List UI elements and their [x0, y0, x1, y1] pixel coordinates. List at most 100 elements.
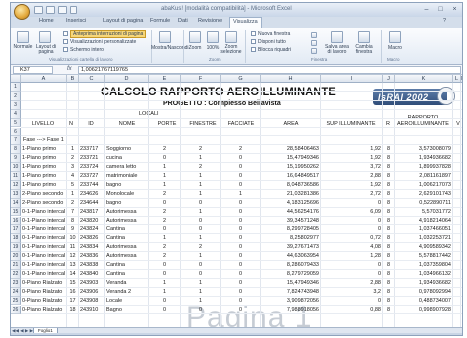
table-cell[interactable]: 0 [322, 298, 381, 304]
full-screen-button[interactable]: Schermo intero [63, 47, 104, 53]
table-cell[interactable]: 0 [222, 155, 259, 161]
fx-icon[interactable]: fx [67, 66, 72, 72]
table-cell[interactable]: 2 [182, 164, 219, 170]
table-cell[interactable]: 0 [182, 226, 219, 232]
save-icon[interactable] [34, 6, 43, 14]
tab-view[interactable]: Visualizza [229, 17, 262, 28]
table-cell[interactable]: 8 [384, 235, 393, 241]
table-cell[interactable]: 2 [182, 244, 219, 250]
table-cell[interactable]: 1 [150, 289, 179, 295]
table-cell[interactable]: 16,64849517 [262, 173, 319, 179]
table-cell[interactable]: 1-Piano primo [22, 182, 65, 188]
table-cell[interactable]: 1,934936682 [396, 280, 451, 286]
table-cell[interactable]: 0-1-Piano intercala [22, 262, 65, 268]
table-cell[interactable]: 1,899937828 [396, 164, 451, 170]
unhide-icon[interactable] [311, 48, 317, 54]
table-cell[interactable]: 2 [150, 209, 179, 215]
table-cell[interactable]: 0 [222, 235, 259, 241]
table-cell[interactable]: 8 [384, 209, 393, 215]
table-cell[interactable]: 0-1-Piano intercala [22, 226, 65, 232]
table-cell[interactable]: 243836 [80, 253, 103, 259]
column-header-e[interactable]: E [149, 75, 181, 83]
table-cell[interactable]: 1 [182, 191, 219, 197]
table-cell[interactable]: 8,286079433 [262, 262, 319, 268]
table-cell[interactable]: bagno [106, 200, 147, 206]
select-all-corner[interactable] [11, 75, 21, 83]
table-cell[interactable]: 1,037359804 [396, 262, 451, 268]
table-cell[interactable]: 8 [384, 155, 393, 161]
table-cell[interactable]: 243838 [80, 262, 103, 268]
show-hide-button[interactable]: Mostra/Nascondi [151, 45, 189, 51]
table-cell[interactable]: Autorimessa [106, 244, 147, 250]
table-cell[interactable]: 0 [182, 200, 219, 206]
table-cell[interactable]: 2 [150, 218, 179, 224]
table-cell[interactable]: 4,183125696 [262, 200, 319, 206]
table-cell[interactable]: 233744 [80, 182, 103, 188]
tab-insert[interactable]: Inserisci [66, 18, 86, 24]
table-cell[interactable]: 0 [322, 200, 381, 206]
table-cell[interactable]: 1,037466051 [396, 226, 451, 232]
table-cell[interactable]: 8 [384, 173, 393, 179]
table-cell[interactable]: Locale [106, 298, 147, 304]
row-header-19[interactable]: 19 [11, 243, 21, 253]
table-cell[interactable]: 3,573008079 [396, 146, 451, 152]
table-cell[interactable]: 233724 [80, 164, 103, 170]
table-cell[interactable]: 0 [222, 182, 259, 188]
table-cell[interactable]: 2,88 [322, 280, 381, 286]
table-cell[interactable]: matrimoniale [106, 173, 147, 179]
page-layout-view-button[interactable]: Layout di pagina [33, 45, 59, 55]
table-cell[interactable]: 243817 [80, 209, 103, 215]
split-icon[interactable] [311, 32, 317, 38]
table-cell[interactable]: 3 [68, 164, 77, 170]
table-cell[interactable]: 1-Piano primo [22, 164, 65, 170]
table-cell[interactable]: 4,909589342 [396, 244, 451, 250]
hide-icon[interactable] [311, 40, 317, 46]
table-cell[interactable]: 233727 [80, 173, 103, 179]
column-header-c[interactable]: C [79, 75, 105, 83]
qat-dropdown-icon[interactable] [70, 6, 77, 14]
table-cell[interactable]: 5 [68, 182, 77, 188]
close-icon[interactable]: × [449, 4, 460, 15]
table-cell[interactable]: 14 [68, 271, 77, 277]
tab-data[interactable]: Dati [178, 18, 188, 24]
table-cell[interactable]: 0 [222, 164, 259, 170]
table-cell[interactable]: 0 [322, 271, 381, 277]
table-cell[interactable]: 7,988918056 [262, 307, 319, 313]
table-cell[interactable]: 0 [222, 226, 259, 232]
table-cell[interactable]: 1,034966132 [396, 271, 451, 277]
column-header-i[interactable]: I [321, 75, 383, 83]
row-header-7[interactable]: 7 [11, 136, 21, 146]
custom-views-button[interactable]: Visualizzazioni personalizzate [63, 39, 136, 45]
row-header-15[interactable]: 15 [11, 207, 21, 217]
table-cell[interactable]: 17 [68, 298, 77, 304]
table-cell[interactable]: Cantina [106, 271, 147, 277]
table-cell[interactable]: Monolocale [106, 191, 147, 197]
table-cell[interactable]: 243824 [80, 226, 103, 232]
table-cell[interactable]: 7,824743948 [262, 289, 319, 295]
row-header-3[interactable]: 3 [11, 100, 21, 110]
table-cell[interactable]: 8,048736586 [262, 182, 319, 188]
row-header-22[interactable]: 22 [11, 269, 21, 279]
table-cell[interactable]: 16 [68, 289, 77, 295]
table-cell[interactable]: 2 [150, 244, 179, 250]
table-cell[interactable]: 243820 [80, 218, 103, 224]
table-cell[interactable]: 7 [68, 209, 77, 215]
table-cell[interactable]: 243903 [80, 280, 103, 286]
table-cell[interactable]: 5,57031772 [396, 209, 451, 215]
table-cell[interactable]: 8,25802977 [262, 235, 319, 241]
table-cell[interactable]: 0 [182, 262, 219, 268]
table-cell[interactable]: 0 [322, 226, 381, 232]
maximize-icon[interactable]: □ [435, 4, 446, 15]
table-cell[interactable]: 233721 [80, 155, 103, 161]
table-cell[interactable]: 1 [182, 173, 219, 179]
normal-view-icon[interactable] [17, 31, 29, 43]
row-header-12[interactable]: 12 [11, 180, 21, 190]
new-window-button[interactable]: Nuova finestra [251, 31, 290, 37]
table-cell[interactable]: 0 [222, 209, 259, 215]
column-header-g[interactable]: G [221, 75, 261, 83]
table-cell[interactable]: 243834 [80, 244, 103, 250]
table-cell[interactable]: 1 [182, 209, 219, 215]
table-cell[interactable]: 2 [68, 200, 77, 206]
table-cell[interactable]: 9 [68, 226, 77, 232]
table-cell[interactable]: 0 [150, 271, 179, 277]
